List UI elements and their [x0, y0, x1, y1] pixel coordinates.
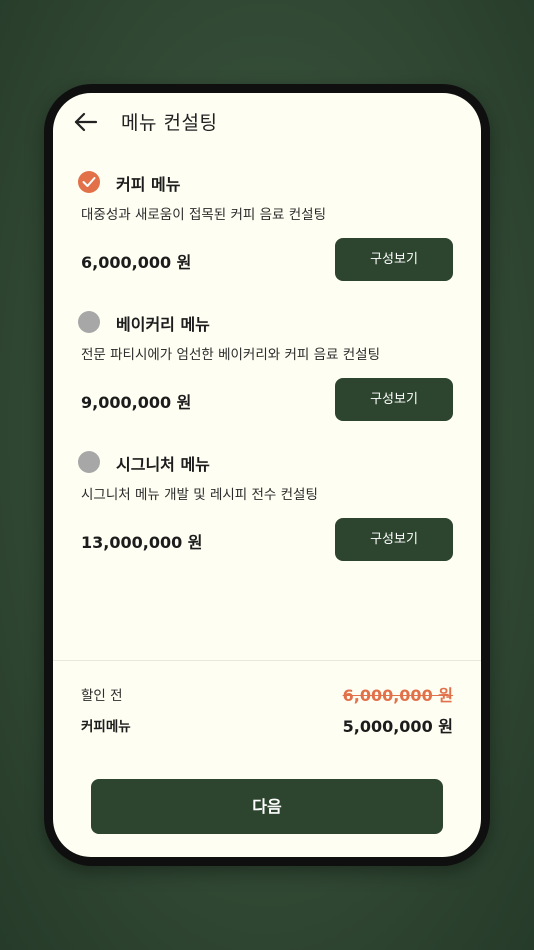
before-discount-price: 6,000,000 원: [342, 686, 453, 705]
radio-coffee[interactable]: [78, 171, 100, 193]
option-description: 시그니처 메뉴 개발 및 레시피 전수 컨설팅: [81, 487, 318, 503]
option-description: 전문 파티시에가 엄선한 베이커리와 커피 음료 컨설팅: [81, 347, 380, 363]
app-screen: 메뉴 컨설팅 커피 메뉴 대중성과 새로움이 접목된 커피 음료 컨설팅 6,0…: [53, 93, 481, 857]
option-name: 커피 메뉴: [116, 175, 181, 194]
before-discount-label: 할인 전: [81, 688, 123, 704]
menu-option-signature[interactable]: 시그니처 메뉴 시그니처 메뉴 개발 및 레시피 전수 컨설팅 13,000,0…: [53, 373, 481, 561]
total-price: 5,000,000 원: [342, 717, 453, 736]
option-price: 13,000,000 원: [81, 533, 203, 552]
check-icon: [82, 177, 96, 187]
section-divider: [53, 660, 481, 661]
radio-signature[interactable]: [78, 451, 100, 473]
menu-option-bakery[interactable]: 베이커리 메뉴 전문 파티시에가 엄선한 베이커리와 커피 음료 컨설팅 9,0…: [53, 233, 481, 421]
selected-menu-label: 커피메뉴: [81, 719, 131, 735]
option-description: 대중성과 새로움이 접목된 커피 음료 컨설팅: [81, 207, 327, 223]
next-button[interactable]: 다음: [91, 779, 443, 834]
menu-option-coffee[interactable]: 커피 메뉴 대중성과 새로움이 접목된 커피 음료 컨설팅 6,000,000 …: [53, 93, 481, 281]
option-name: 베이커리 메뉴: [116, 315, 210, 334]
phone-frame: 메뉴 컨설팅 커피 메뉴 대중성과 새로움이 접목된 커피 음료 컨설팅 6,0…: [44, 84, 490, 866]
option-name: 시그니처 메뉴: [116, 455, 210, 474]
radio-bakery[interactable]: [78, 311, 100, 333]
view-composition-button[interactable]: 구성보기: [335, 518, 453, 561]
